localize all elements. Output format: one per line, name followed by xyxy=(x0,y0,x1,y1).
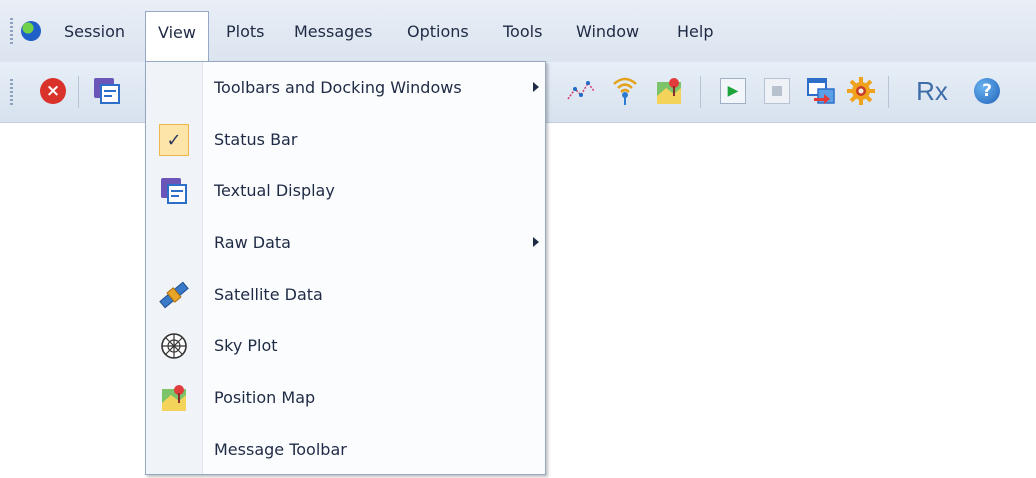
menu-item-label: Position Map xyxy=(214,388,316,407)
menu-bar: Session View Plots Messages Options Tool… xyxy=(0,0,1036,62)
menu-item-toolbars[interactable]: Toolbars and Docking Windows xyxy=(146,66,545,110)
menu-item-status-bar[interactable]: ✓ Status Bar xyxy=(146,118,545,162)
play-button[interactable]: ▶ xyxy=(718,76,748,106)
gear-icon xyxy=(847,77,875,105)
menu-item-textual-display[interactable]: Textual Display xyxy=(146,169,545,213)
help-icon: ? xyxy=(974,78,1000,104)
menubar-grip[interactable] xyxy=(10,18,13,44)
check-icon: ✓ xyxy=(159,124,189,156)
menu-item-label: Message Toolbar xyxy=(214,440,347,459)
check-icon-wrap: ✓ xyxy=(158,124,190,156)
menu-item-sky-plot[interactable]: Sky Plot xyxy=(146,324,545,368)
toolbar-grip[interactable] xyxy=(10,79,13,105)
export-button[interactable] xyxy=(806,76,836,106)
view-menu-dropdown: Toolbars and Docking Windows ✓ Status Ba… xyxy=(145,61,546,475)
menu-session[interactable]: Session xyxy=(64,20,125,44)
toolbar-separator xyxy=(700,76,701,108)
toolbar-separator xyxy=(78,76,79,108)
menu-item-raw-data[interactable]: Raw Data xyxy=(146,221,545,265)
settings-button[interactable] xyxy=(846,76,876,106)
app-globe-icon[interactable] xyxy=(21,21,41,41)
menu-help[interactable]: Help xyxy=(677,20,713,44)
menu-messages[interactable]: Messages xyxy=(294,20,372,44)
menu-item-label: Sky Plot xyxy=(214,336,278,355)
signal-button[interactable] xyxy=(610,76,640,106)
menu-item-label: Satellite Data xyxy=(214,285,323,304)
position-map-icon xyxy=(657,78,681,104)
menu-item-position-map[interactable]: Position Map xyxy=(146,376,545,420)
menu-item-label: Textual Display xyxy=(214,181,335,200)
satellite-icon xyxy=(158,279,190,311)
close-icon: × xyxy=(40,78,66,104)
submenu-arrow-icon xyxy=(533,82,539,92)
menu-item-label: Status Bar xyxy=(214,130,298,149)
textual-display-icon xyxy=(158,175,190,207)
stop-icon xyxy=(764,78,790,104)
play-icon: ▶ xyxy=(720,78,746,104)
position-map-icon xyxy=(158,382,190,414)
close-session-button[interactable]: × xyxy=(38,76,68,106)
menu-item-satellite-data[interactable]: Satellite Data xyxy=(146,273,545,317)
textual-display-icon xyxy=(94,78,120,104)
menu-options[interactable]: Options xyxy=(407,20,469,44)
textual-display-button[interactable] xyxy=(92,76,122,106)
stop-button[interactable] xyxy=(762,76,792,106)
menu-plots[interactable]: Plots xyxy=(226,20,265,44)
menu-view[interactable]: View xyxy=(145,11,209,62)
menu-item-label: Toolbars and Docking Windows xyxy=(214,78,462,97)
line-plot-icon xyxy=(567,81,595,100)
antenna-signal-icon xyxy=(613,77,637,105)
menu-item-label: Raw Data xyxy=(214,233,291,252)
rx-icon: Rx xyxy=(916,75,948,106)
position-map-button[interactable] xyxy=(654,76,684,106)
menu-window[interactable]: Window xyxy=(576,20,639,44)
export-window-icon xyxy=(807,78,835,104)
sky-plot-icon xyxy=(158,330,190,362)
submenu-arrow-icon xyxy=(533,237,539,247)
plot-button[interactable] xyxy=(566,76,596,106)
menu-tools[interactable]: Tools xyxy=(503,20,542,44)
menu-item-message-toolbar[interactable]: Message Toolbar xyxy=(146,428,545,472)
rx-button[interactable]: Rx xyxy=(908,76,956,106)
toolbar-separator xyxy=(888,76,889,108)
help-button[interactable]: ? xyxy=(972,76,1002,106)
